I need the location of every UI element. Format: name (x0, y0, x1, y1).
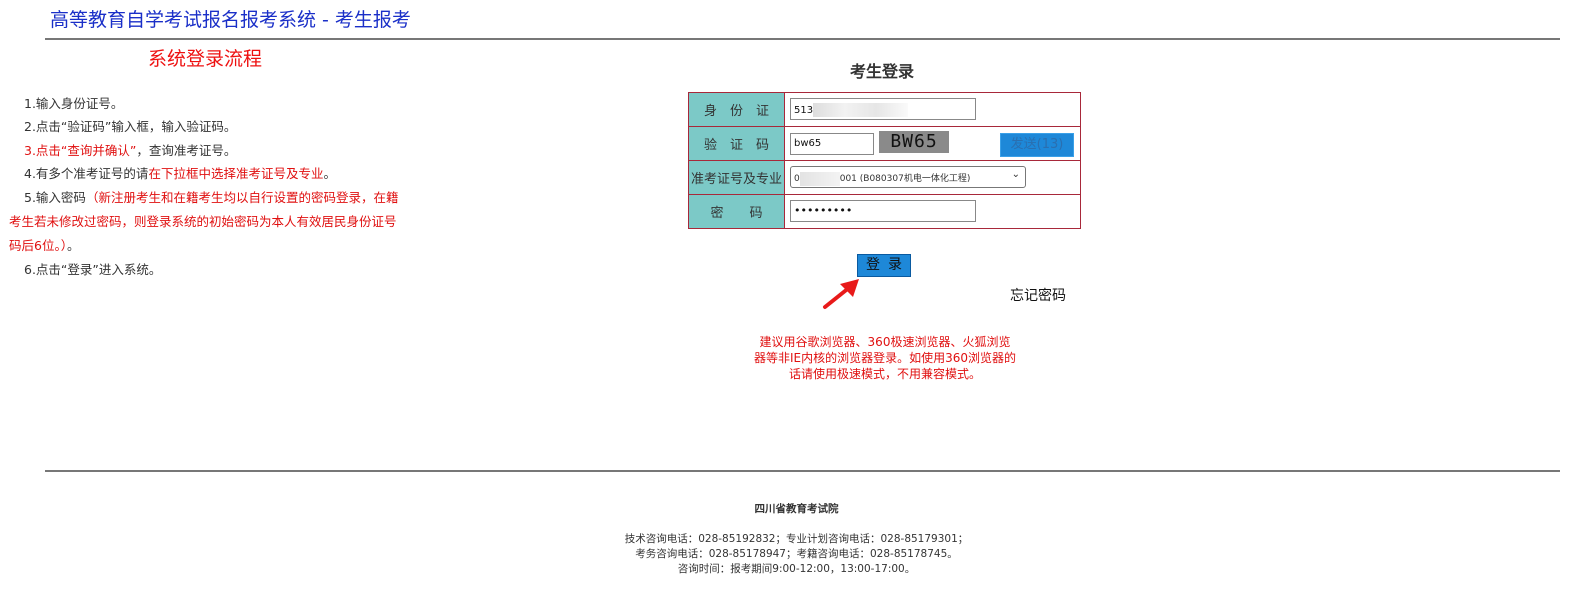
captcha-image[interactable]: BW65 (879, 131, 949, 153)
captcha-input[interactable]: bw65 (790, 133, 874, 155)
chevron-down-icon: ⌄ (1011, 169, 1020, 180)
exam-select[interactable]: 0 001 (B080307机电一体化工程) ⌄ (790, 166, 1026, 188)
step-2: 2.点击“验证码”输入框，输入验证码。 (24, 119, 237, 134)
browser-tip: 建议用谷歌浏览器、360极速浏览器、火狐浏览 器等非IE内核的浏览器登录。如使用… (730, 334, 1040, 382)
step-5-note-2: 考生若未修改过密码，则登录系统的初始密码为本人有效居民身份证号 (9, 214, 397, 229)
exam-select-value: 001 (B080307机电一体化工程) (839, 174, 971, 184)
footer-line-1: 技术咨询电话：028-85192832；专业计划咨询电话：028-8517930… (624, 533, 969, 545)
forgot-password-link[interactable]: 忘记密码 (1010, 285, 1066, 305)
send-code-button[interactable]: 发送(13) (1000, 133, 1074, 157)
bottom-divider (45, 470, 1560, 472)
site-title: 高等教育自学考试报名报考系统 - 考生报考 (50, 9, 411, 31)
step-3-rest: ，查询准考证号。 (136, 143, 237, 158)
browser-tip-line-1: 建议用谷歌浏览器、360极速浏览器、火狐浏览 (759, 335, 1011, 349)
exam-label: 准考证号及专业 (688, 160, 785, 195)
step-4-end: 。 (323, 166, 336, 181)
step-5-end: 。 (66, 238, 80, 253)
step-3-highlight: 3.点击“查询并确认” (24, 143, 137, 158)
step-4: 4.有多个准考证号的请在下拉框中选择准考证号及专业。 (24, 166, 336, 182)
red-arrow-icon (822, 278, 862, 314)
login-button[interactable]: 登录 (857, 254, 911, 277)
id-input[interactable]: 513 (790, 98, 976, 120)
step-4-start: 4.有多个准考证号的请 (24, 166, 149, 181)
browser-tip-line-2: 器等非IE内核的浏览器登录。如使用360浏览器的 (753, 351, 1017, 365)
captcha-label: 验 证 码 (688, 126, 785, 161)
step-5-line-3: 码后6位。）。 (9, 238, 79, 254)
step-5-note-1: （新注册考生和在籍考生均以自行设置的密码登录，在籍 (85, 190, 399, 205)
id-input-value: 513 (794, 105, 814, 116)
step-5: 5.输入密码（新注册考生和在籍考生均以自行设置的密码登录，在籍 (24, 190, 398, 206)
id-redacted (813, 103, 909, 117)
exam-redacted (799, 171, 840, 186)
password-label: 密 码 (688, 194, 785, 229)
id-label: 身 份 证 (688, 92, 785, 127)
step-1: 1.输入身份证号。 (24, 96, 124, 111)
footer-org: 四川省教育考试院 (754, 503, 839, 515)
footer-line-2: 考务咨询电话：028-85178947；考籍咨询电话：028-85178745。 (635, 548, 958, 560)
steps-title: 系统登录流程 (148, 48, 263, 70)
step-4-highlight: 在下拉框中选择准考证号及专业 (148, 166, 324, 181)
step-5-start: 5.输入密码 (24, 190, 86, 205)
password-input[interactable]: ••••••••• (790, 200, 976, 222)
login-title: 考生登录 (850, 62, 915, 81)
login-form: 身 份 证 513 验 证 码 bw65 BW65 发送(13) 准考证号及专业… (688, 92, 1081, 229)
step-5-note-3: 码后6位。） (9, 238, 67, 253)
step-3: 3.点击“查询并确认”，查询准考证号。 (24, 143, 236, 159)
step-6: 6.点击“登录”进入系统。 (24, 262, 162, 277)
footer-line-3: 咨询时间：报考期间9:00-12:00，13:00-17:00。 (677, 563, 916, 575)
top-divider (45, 38, 1560, 40)
browser-tip-line-3: 话请使用极速模式，不用兼容模式。 (788, 367, 981, 381)
